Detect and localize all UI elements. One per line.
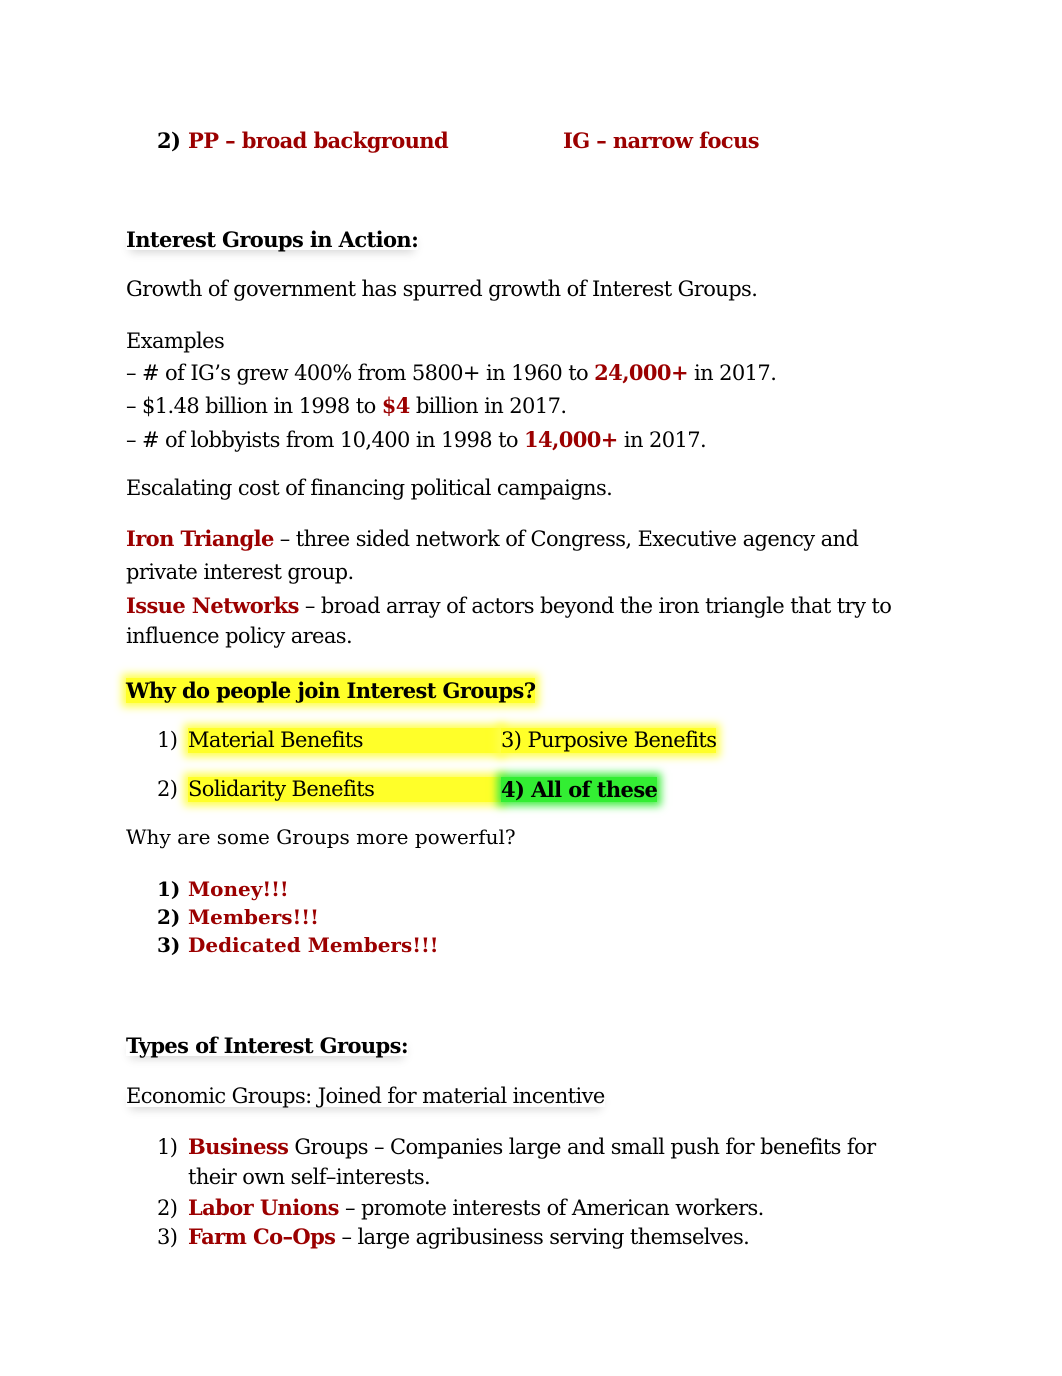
highlight-value: 24,000+ bbox=[594, 360, 688, 385]
example-item: – # of lobbyists from 10,400 in 1998 to … bbox=[126, 427, 707, 452]
term: Farm Co–Ops bbox=[188, 1224, 336, 1249]
issue-networks-definition: Issue Networks – broad array of actors b… bbox=[126, 593, 892, 618]
iron-triangle-definition-cont: private interest group. bbox=[126, 560, 354, 584]
growth-text: Growth of government has spurred growth … bbox=[126, 277, 758, 301]
type-item: 2) Labor Unions – promote interests of Am… bbox=[157, 1195, 764, 1220]
escalating-cost-text: Escalating cost of financing political c… bbox=[126, 476, 613, 500]
section-heading-types: Types of Interest Groups: bbox=[126, 1033, 409, 1058]
term: Iron Triangle bbox=[126, 526, 274, 551]
list-number: 2) bbox=[157, 128, 181, 153]
pp-ig-comparison: 2) PP – broad background bbox=[157, 128, 449, 153]
power-item: 3) Dedicated Members!!! bbox=[157, 933, 439, 957]
join-option: 3) Purposive Benefits bbox=[501, 728, 717, 753]
join-option: 1) Material Benefits bbox=[157, 728, 502, 753]
section-heading-join: Why do people join Interest Groups? bbox=[126, 678, 536, 703]
economic-groups-text: Economic Groups: Joined for material inc… bbox=[126, 1084, 605, 1108]
ig-description: IG – narrow focus bbox=[563, 128, 760, 153]
power-question: Why are some Groups more powerful? bbox=[126, 825, 516, 849]
highlight-value: $4 bbox=[381, 393, 411, 418]
type-item-cont: their own self–interests. bbox=[188, 1165, 431, 1189]
power-item: 2) Members!!! bbox=[157, 905, 319, 929]
power-item: 1) Money!!! bbox=[157, 877, 289, 901]
term: Business bbox=[188, 1134, 289, 1159]
type-item: 3) Farm Co–Ops – large agribusiness servi… bbox=[157, 1224, 750, 1249]
term: Labor Unions bbox=[188, 1195, 340, 1220]
join-option: 2) Solidarity Benefits bbox=[157, 777, 502, 802]
type-item: 1) Business Groups – Companies large and … bbox=[157, 1134, 876, 1159]
iron-triangle-definition: Iron Triangle – three sided network of C… bbox=[126, 526, 859, 551]
example-item: – # of IG’s grew 400% from 5800+ in 1960… bbox=[126, 360, 777, 385]
section-heading-action: Interest Groups in Action: bbox=[126, 227, 419, 252]
highlight-value: 14,000+ bbox=[524, 427, 618, 452]
term: Issue Networks bbox=[126, 593, 299, 618]
join-option-correct: 4) All of these bbox=[501, 777, 658, 802]
issue-networks-definition-cont: influence policy areas. bbox=[126, 624, 353, 648]
pp-description: PP – broad background bbox=[188, 128, 449, 153]
example-item: – $1.48 billion in 1998 to $4 billion in… bbox=[126, 393, 567, 418]
examples-label: Examples bbox=[126, 329, 225, 353]
